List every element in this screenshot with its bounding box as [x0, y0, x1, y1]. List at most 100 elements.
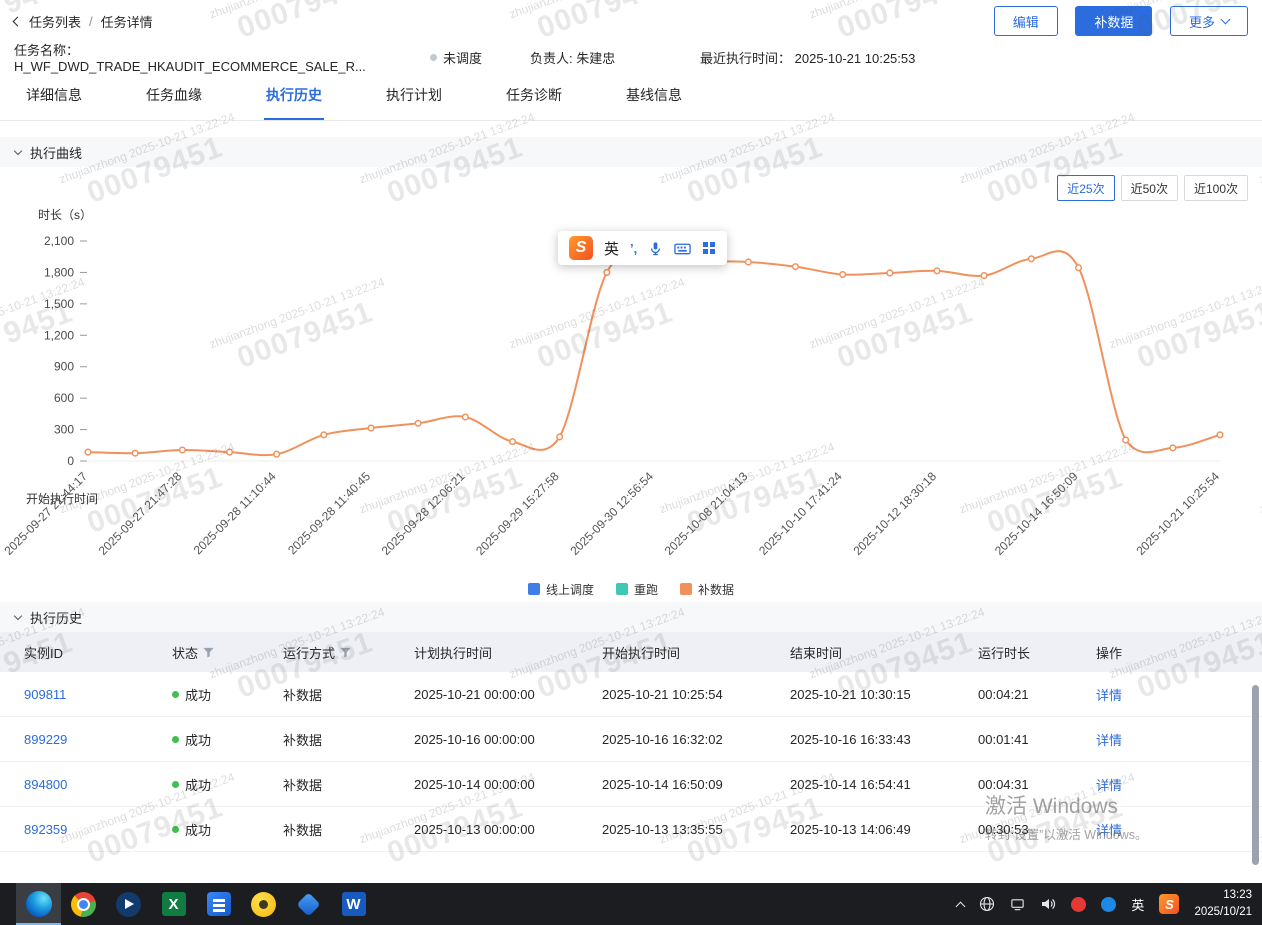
taskbar-app-yellow[interactable] — [241, 883, 286, 925]
backfill-button[interactable]: 补数据 — [1075, 6, 1152, 36]
tab-detail-info[interactable]: 详细信息 — [24, 72, 84, 120]
instance-id-link[interactable]: 892359 — [24, 822, 67, 837]
period-50-button[interactable]: 近50次 — [1121, 175, 1178, 201]
keyboard-icon[interactable] — [674, 241, 691, 256]
legend-swatch-icon — [616, 583, 628, 595]
taskbar-clock[interactable]: 13:23 2025/10/21 — [1194, 887, 1252, 922]
svg-text:2025-09-27 21:44:17: 2025-09-27 21:44:17 — [1, 469, 90, 558]
edit-button[interactable]: 编辑 — [994, 6, 1058, 36]
microphone-icon[interactable] — [648, 241, 663, 256]
legend-label: 重跑 — [634, 581, 658, 598]
network-globe-icon[interactable] — [979, 896, 995, 912]
legend-item[interactable]: 线上调度 — [528, 581, 594, 598]
tab-baseline[interactable]: 基线信息 — [624, 72, 684, 120]
breadcrumb-separator: / — [89, 14, 93, 29]
svg-text:2025-09-28 11:10:44: 2025-09-28 11:10:44 — [191, 469, 279, 557]
history-section-title: 执行历史 — [30, 608, 82, 627]
tab-execution-plan[interactable]: 执行计划 — [384, 72, 444, 120]
taskbar: XW 英 S 13:23 2025/10/21 — [0, 883, 1262, 925]
table-scrollbar[interactable] — [1252, 685, 1259, 865]
detail-link[interactable]: 详情 — [1096, 685, 1122, 704]
svg-text:600: 600 — [54, 391, 74, 405]
header-actions: 编辑 补数据 更多 — [980, 6, 1248, 36]
legend-item[interactable]: 重跑 — [616, 581, 658, 598]
legend-label: 补数据 — [698, 581, 734, 598]
tray-blue-app-icon[interactable] — [1101, 897, 1116, 912]
planned-time-cell: 2025-10-13 00:00:00 — [414, 822, 602, 837]
end-time-cell: 2025-10-14 16:54:41 — [790, 777, 978, 792]
tab-diagnosis[interactable]: 任务诊断 — [504, 72, 564, 120]
curve-section-header[interactable]: 执行曲线 — [0, 137, 1262, 167]
taskbar-apps: XW — [16, 883, 376, 925]
instance-id-link[interactable]: 909811 — [24, 687, 66, 702]
success-dot-icon — [172, 826, 179, 833]
more-button-label: 更多 — [1189, 12, 1215, 31]
col-duration: 运行时长 — [978, 643, 1096, 662]
svg-text:2025-10-10 17:41:24: 2025-10-10 17:41:24 — [756, 469, 845, 558]
punctuation-icon[interactable]: ’, — [630, 241, 637, 256]
taskbar-app-bluedoc[interactable] — [196, 883, 241, 925]
tray-expand-icon[interactable] — [957, 899, 964, 910]
legend-item[interactable]: 补数据 — [680, 581, 734, 598]
legend-swatch-icon — [680, 583, 692, 595]
run-mode-cell: 补数据 — [283, 730, 414, 749]
end-time-cell: 2025-10-21 10:30:15 — [790, 687, 978, 702]
breadcrumb-task-list[interactable]: 任务列表 — [29, 12, 81, 31]
tray-red-app-icon[interactable] — [1071, 897, 1086, 912]
task-info-row: 任务名称：H_WF_DWD_TRADE_HKAUDIT_ECOMMERCE_SA… — [0, 42, 1262, 72]
filter-icon[interactable] — [340, 647, 351, 658]
ime-language-tray[interactable]: 英 — [1131, 895, 1144, 914]
detail-link[interactable]: 详情 — [1096, 730, 1122, 749]
ime-popup: S 英 ’, — [558, 231, 727, 265]
sogou-logo-icon: S — [569, 236, 593, 260]
tabs: 详细信息 任务血缘 执行历史 执行计划 任务诊断 基线信息 — [0, 72, 1262, 121]
svg-text:2025-09-27 21:47:28: 2025-09-27 21:47:28 — [96, 469, 185, 558]
history-section-header[interactable]: 执行历史 — [0, 602, 1262, 632]
run-mode-cell: 补数据 — [283, 685, 414, 704]
instance-id-link[interactable]: 894800 — [24, 777, 67, 792]
collapse-icon — [14, 146, 22, 154]
back-icon[interactable] — [13, 16, 23, 26]
history-table-header: 实例ID 状态 运行方式 计划执行时间 开始执行时间 结束时间 运行时长 操作 — [0, 632, 1262, 672]
taskbar-app-diamond[interactable] — [286, 883, 331, 925]
legend-swatch-icon — [528, 583, 540, 595]
svg-text:2025-10-21 10:25:54: 2025-10-21 10:25:54 — [1133, 469, 1222, 558]
svg-text:2025-10-14 16:50:09: 2025-10-14 16:50:09 — [992, 469, 1081, 558]
tab-lineage[interactable]: 任务血缘 — [144, 72, 204, 120]
word-icon: W — [342, 892, 366, 916]
sogou-tray-icon[interactable]: S — [1159, 894, 1179, 914]
col-instance-id: 实例ID — [24, 643, 172, 662]
status-cell: 成功 — [172, 685, 283, 704]
period-25-button[interactable]: 近25次 — [1057, 175, 1114, 201]
col-run-mode: 运行方式 — [283, 643, 414, 662]
grid-menu-icon[interactable] — [702, 241, 716, 255]
svg-text:1,500: 1,500 — [44, 297, 74, 311]
start-time-cell: 2025-10-16 16:32:02 — [602, 732, 790, 747]
taskbar-app-edge[interactable] — [16, 883, 61, 925]
ime-language-indicator[interactable]: 英 — [604, 238, 619, 259]
taskbar-app-word[interactable]: W — [331, 883, 376, 925]
planned-time-cell: 2025-10-14 00:00:00 — [414, 777, 602, 792]
svg-text:2025-10-12 18:30:18: 2025-10-12 18:30:18 — [850, 469, 939, 558]
svg-text:900: 900 — [54, 360, 74, 374]
more-button[interactable]: 更多 — [1170, 6, 1248, 36]
svg-text:0: 0 — [67, 454, 74, 468]
taskbar-app-excel[interactable]: X — [151, 883, 196, 925]
planned-time-cell: 2025-10-21 00:00:00 — [414, 687, 602, 702]
instance-id-link[interactable]: 899229 — [24, 732, 67, 747]
duration-cell: 00:01:41 — [978, 732, 1096, 747]
success-dot-icon — [172, 736, 179, 743]
taskbar-app-chrome[interactable] — [61, 883, 106, 925]
period-100-button[interactable]: 近100次 — [1184, 175, 1248, 201]
curve-section-title: 执行曲线 — [30, 143, 82, 162]
device-icon[interactable] — [1010, 897, 1025, 912]
volume-icon[interactable] — [1040, 896, 1056, 912]
tab-execution-history[interactable]: 执行历史 — [264, 72, 324, 120]
run-mode-cell: 补数据 — [283, 820, 414, 839]
period-buttons: 近25次 近50次 近100次 — [0, 167, 1262, 201]
breadcrumb: 任务列表 / 任务详情 — [14, 12, 153, 31]
end-time-cell: 2025-10-13 14:06:49 — [790, 822, 978, 837]
filter-icon[interactable] — [203, 647, 214, 658]
excel-icon: X — [162, 892, 186, 916]
taskbar-app-player[interactable] — [106, 883, 151, 925]
